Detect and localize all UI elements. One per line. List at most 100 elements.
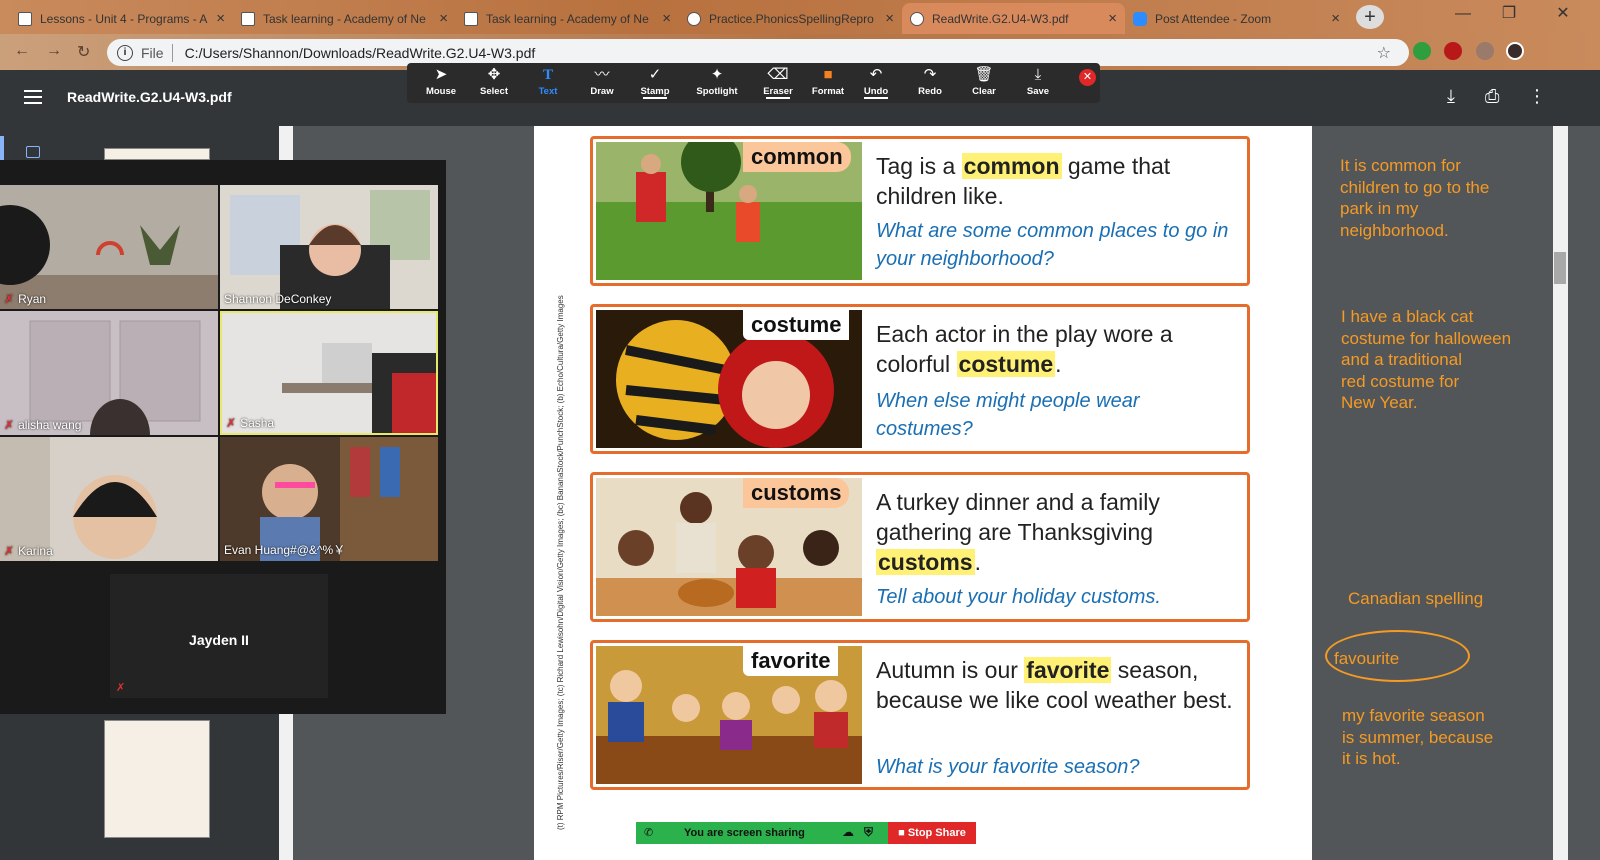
tool-label: Text bbox=[538, 86, 558, 97]
menu-icon[interactable] bbox=[24, 90, 42, 104]
mouse-tool-button[interactable]: ➤ Mouse bbox=[415, 66, 467, 97]
zoom-icon bbox=[1133, 11, 1147, 26]
cursor-icon: ➤ bbox=[434, 66, 448, 83]
profile-avatar[interactable] bbox=[1506, 42, 1524, 60]
tab-close-icon[interactable]: × bbox=[439, 10, 448, 27]
text-icon: T bbox=[542, 67, 553, 83]
participant-name: ✗ Sasha bbox=[226, 416, 275, 430]
shield-icon: ⛨ bbox=[864, 825, 874, 839]
url-text[interactable]: C:/Users/Shannon/Downloads/ReadWrite.G2.… bbox=[185, 45, 536, 61]
dropdown-indicator bbox=[864, 97, 888, 99]
page-favicon-icon bbox=[464, 11, 478, 26]
image-icon[interactable] bbox=[26, 146, 40, 158]
tab-title: Task learning - Academy of Ne bbox=[486, 11, 649, 26]
dropdown-indicator bbox=[643, 97, 667, 99]
tool-label: Draw bbox=[590, 86, 614, 97]
text-tool-button[interactable]: T Text bbox=[522, 66, 574, 97]
tab-close-icon[interactable]: × bbox=[1108, 10, 1117, 27]
tab-lessons[interactable]: Lessons - Unit 4 - Programs - A × bbox=[10, 3, 233, 34]
tab-zoom[interactable]: Post Attendee - Zoom × bbox=[1125, 3, 1348, 34]
pdf-title: ReadWrite.G2.U4-W3.pdf bbox=[67, 89, 232, 105]
redo-button[interactable]: ↷ Redo bbox=[904, 66, 956, 97]
video-frame bbox=[0, 437, 218, 561]
select-tool-button[interactable]: ✥ Select bbox=[468, 66, 520, 97]
undo-button[interactable]: ↶ Undo bbox=[850, 66, 902, 99]
address-bar[interactable]: i File C:/Users/Shannon/Downloads/ReadWr… bbox=[107, 39, 1409, 66]
participant-name: Jayden II bbox=[189, 632, 249, 648]
color-swatch-icon: ■ bbox=[823, 66, 833, 83]
participant-video[interactable]: Evan Huang#@&^%￥ bbox=[220, 437, 438, 561]
clear-button[interactable]: 🗑 Clear bbox=[958, 66, 1010, 97]
screen: Lessons - Unit 4 - Programs - A × Task l… bbox=[0, 0, 1600, 860]
format-tool-button[interactable]: ■ Format bbox=[802, 66, 854, 97]
back-icon[interactable]: ← bbox=[14, 42, 30, 60]
save-icon: ⤓ bbox=[1034, 66, 1042, 83]
more-options-icon[interactable]: ⋮ bbox=[1528, 86, 1546, 107]
muted-mic-icon: ✗ bbox=[226, 416, 237, 430]
draw-tool-button[interactable]: 〰 Draw bbox=[576, 66, 628, 97]
print-icon[interactable]: ⎙ bbox=[1485, 86, 1499, 107]
redo-icon: ↷ bbox=[923, 66, 937, 83]
participant-video-active-speaker[interactable]: ✗ Sasha bbox=[220, 311, 438, 435]
example-sentence: Each actor in the play wore a colorful c… bbox=[876, 321, 1173, 377]
tab-task-learning-1[interactable]: Task learning - Academy of Ne × bbox=[233, 3, 456, 34]
checkmark-icon: ✓ bbox=[648, 66, 662, 83]
tab-phonics[interactable]: Practice.PhonicsSpellingRepro × bbox=[679, 3, 902, 34]
scheme-label: File bbox=[141, 44, 164, 61]
tab-task-learning-2[interactable]: Task learning - Academy of Ne × bbox=[456, 3, 679, 34]
stop-share-button[interactable]: ■ Stop Share bbox=[888, 822, 976, 844]
sharing-status-text: You are screen sharing bbox=[684, 827, 805, 839]
spotlight-tool-button[interactable]: ✦ Spotlight bbox=[691, 66, 743, 97]
participant-name: Shannon DeConkey bbox=[224, 292, 332, 306]
close-window-button[interactable]: ✕ bbox=[1540, 0, 1586, 30]
reload-icon[interactable]: ↻ bbox=[77, 42, 90, 62]
vocab-card-common: common Tag is a common game that childre… bbox=[590, 136, 1250, 286]
tool-label: Format bbox=[811, 86, 845, 97]
vocab-card-costume: costume Each actor in the play wore a co… bbox=[590, 304, 1250, 454]
participant-video[interactable]: ✗ Karina bbox=[0, 437, 218, 561]
restore-button[interactable]: ❐ bbox=[1486, 0, 1532, 30]
tab-close-icon[interactable]: × bbox=[1331, 10, 1340, 27]
close-annotate-button[interactable]: ✕ bbox=[1079, 69, 1096, 86]
tab-title: ReadWrite.G2.U4-W3.pdf bbox=[932, 11, 1069, 26]
muted-mic-icon: ✗ bbox=[116, 682, 126, 694]
tool-label: Save bbox=[1026, 86, 1050, 97]
minimize-button[interactable]: — bbox=[1440, 0, 1486, 30]
page-thumbnail[interactable] bbox=[104, 720, 210, 838]
download-icon[interactable]: ⤓ bbox=[1447, 86, 1455, 107]
muted-mic-icon: ✗ bbox=[4, 544, 15, 558]
stamp-tool-button[interactable]: ✓ Stamp bbox=[629, 66, 681, 99]
tab-readwrite-pdf[interactable]: ReadWrite.G2.U4-W3.pdf × bbox=[902, 3, 1125, 34]
undo-icon: ↶ bbox=[869, 66, 883, 83]
save-button[interactable]: ⤓ Save bbox=[1012, 66, 1064, 97]
site-info-icon[interactable]: i bbox=[117, 44, 133, 61]
tab-close-icon[interactable]: × bbox=[885, 10, 894, 27]
stop-square-icon: ■ bbox=[898, 827, 908, 839]
browser-tab-strip: Lessons - Unit 4 - Programs - A × Task l… bbox=[0, 0, 1600, 34]
eraser-tool-button[interactable]: ⌫ Eraser bbox=[752, 66, 804, 99]
new-tab-button[interactable]: + bbox=[1356, 5, 1384, 29]
page-scrollbar[interactable] bbox=[1553, 126, 1568, 860]
extension-icon[interactable] bbox=[1413, 42, 1431, 60]
tool-label: Spotlight bbox=[696, 86, 738, 97]
tool-label: Clear bbox=[972, 86, 996, 97]
tool-label: Redo bbox=[918, 86, 942, 97]
ublock-icon[interactable] bbox=[1444, 42, 1462, 60]
participant-video[interactable]: ✗ alisha wang bbox=[0, 311, 218, 435]
vocab-word: favorite bbox=[743, 646, 839, 676]
tab-close-icon[interactable]: × bbox=[662, 10, 671, 27]
tab-close-icon[interactable]: × bbox=[216, 10, 225, 27]
discussion-question: Tell about your holiday customs. bbox=[876, 586, 1161, 608]
participant-audio-only[interactable]: Jayden II ✗ bbox=[110, 574, 328, 698]
participant-video[interactable]: ✗ Ryan bbox=[0, 185, 218, 309]
forward-icon[interactable]: → bbox=[46, 42, 62, 60]
puzzle-icon[interactable] bbox=[1476, 42, 1494, 60]
page-thumbnail[interactable] bbox=[104, 148, 210, 160]
divider bbox=[171, 43, 173, 62]
participant-name: ✗ alisha wang bbox=[4, 418, 82, 432]
participant-video[interactable]: Shannon DeConkey bbox=[220, 185, 438, 309]
video-frame bbox=[0, 311, 218, 435]
bookmark-star-icon[interactable]: ☆ bbox=[1377, 43, 1391, 63]
scrollbar-thumb[interactable] bbox=[1554, 252, 1566, 284]
annotation-note-canadian: Canadian spelling bbox=[1348, 589, 1484, 608]
